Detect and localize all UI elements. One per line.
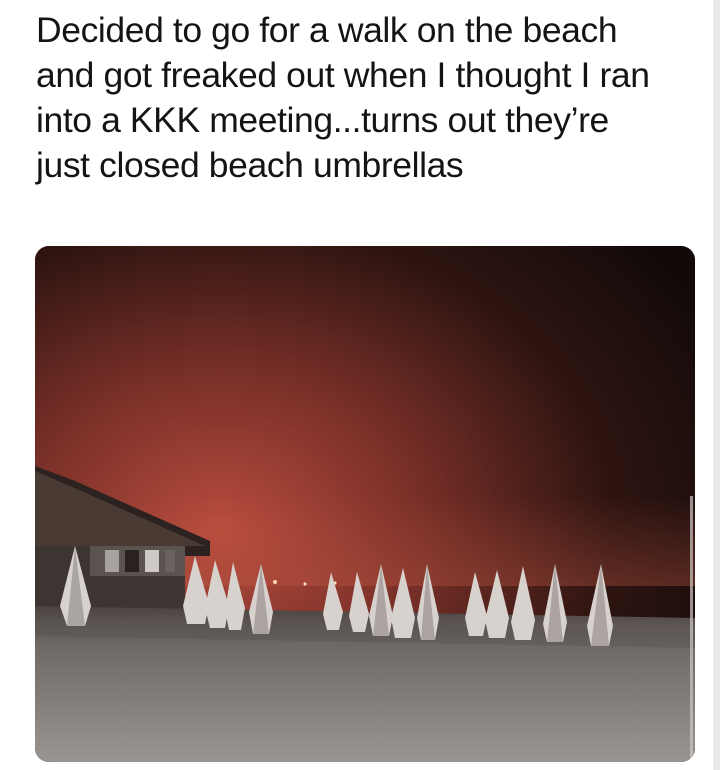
caption-line: Decided to go for a walk on the beach xyxy=(36,10,618,50)
beach-photo-illustration xyxy=(35,246,695,762)
caption-text: Decided to go for a walk on the beach an… xyxy=(36,8,696,188)
pole xyxy=(690,496,693,762)
beach-photo xyxy=(35,246,695,762)
caption-line: into a KKK meeting...turns out they’re xyxy=(36,100,609,140)
right-edge-strip xyxy=(713,0,720,770)
caption-line: just closed beach umbrellas xyxy=(36,145,464,185)
caption-line: and got freaked out when I thought I ran xyxy=(36,55,650,95)
meme-post: Decided to go for a walk on the beach an… xyxy=(0,0,720,770)
